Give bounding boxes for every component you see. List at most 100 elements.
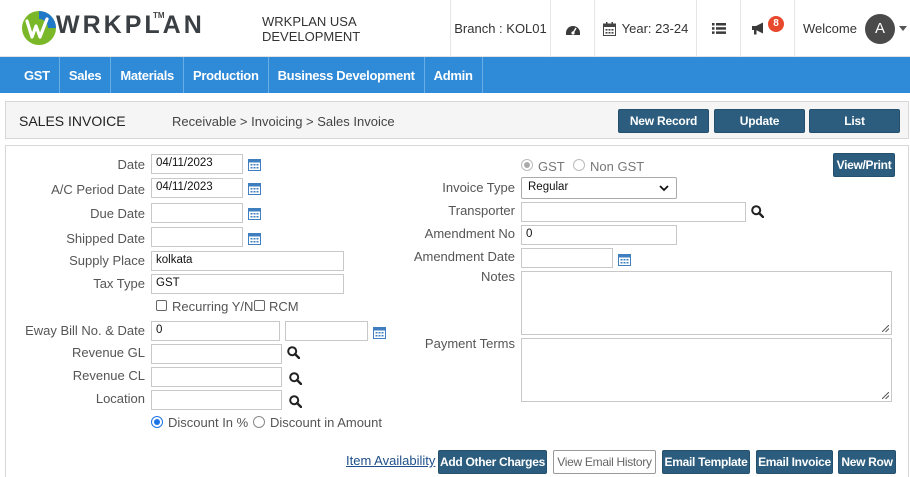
payment-terms-label: Payment Terms xyxy=(424,336,515,351)
nav-item-admin[interactable]: Admin xyxy=(425,57,483,93)
gst-radio-label: GST xyxy=(538,159,565,174)
search-icon[interactable] xyxy=(751,205,764,218)
tax-type-input[interactable]: GST xyxy=(151,274,344,294)
email-invoice-button[interactable]: Email Invoice xyxy=(756,450,833,474)
supply-place-input[interactable]: kolkata xyxy=(151,251,344,271)
chevron-down-icon[interactable] xyxy=(898,26,907,31)
date-label: Date xyxy=(117,157,145,172)
revenue-gl-label: Revenue GL xyxy=(72,345,145,360)
invoice-type-select[interactable]: Regular xyxy=(521,177,677,199)
megaphone-icon xyxy=(752,22,763,35)
calendar-icon[interactable] xyxy=(248,182,261,195)
eway-bill-no-input[interactable]: 0 xyxy=(151,321,280,341)
page-title: SALES INVOICE xyxy=(19,113,126,129)
calendar-icon[interactable] xyxy=(618,253,631,266)
dashboard-gauge-icon xyxy=(565,25,580,35)
location-input[interactable] xyxy=(151,390,282,410)
shipped-date-input[interactable] xyxy=(151,227,243,247)
resize-handle-icon[interactable] xyxy=(882,325,889,332)
list-menu-button[interactable] xyxy=(696,0,740,57)
avatar[interactable]: A xyxy=(864,13,895,44)
calendar-icon[interactable] xyxy=(248,158,261,171)
sales-invoice-form: Date 04/11/2023 A/C Period Date 04/11/20… xyxy=(5,145,909,477)
list-button[interactable]: List xyxy=(809,109,900,133)
amendment-date-input[interactable] xyxy=(521,248,613,268)
eway-bill-label: Eway Bill No. & Date xyxy=(25,323,145,338)
revenue-cl-input[interactable] xyxy=(151,367,282,387)
view-print-button[interactable]: View/Print xyxy=(833,153,895,177)
view-email-history-button[interactable]: View Email History xyxy=(553,450,656,474)
app-header: WRKPLAN TM WRKPLAN USA DEVELOPMENT Branc… xyxy=(0,0,910,57)
revenue-cl-label: Revenue CL xyxy=(72,368,145,383)
rcm-label: RCM xyxy=(269,299,299,314)
add-other-charges-button[interactable]: Add Other Charges xyxy=(438,450,547,474)
transporter-label: Transporter xyxy=(448,203,515,218)
due-date-label: Due Date xyxy=(90,206,145,221)
notes-label: Notes xyxy=(481,269,515,284)
nav-item-gst[interactable]: GST xyxy=(0,57,60,93)
nav-item-production[interactable]: Production xyxy=(184,57,269,93)
wrkplan-logo[interactable]: WRKPLAN TM xyxy=(20,9,205,47)
revenue-gl-input[interactable] xyxy=(151,344,282,364)
non-gst-radio-label: Non GST xyxy=(590,159,645,174)
breadcrumb: Receivable > Invoicing > Sales Invoice xyxy=(172,114,395,129)
notification-badge: 8 xyxy=(768,15,784,32)
dashboard-button[interactable] xyxy=(550,0,594,57)
notifications-button[interactable]: 8 xyxy=(740,0,794,57)
payment-terms-textarea[interactable] xyxy=(521,338,892,402)
calendar-icon xyxy=(602,21,616,36)
chevron-down-icon xyxy=(659,185,669,192)
gst-radio[interactable] xyxy=(521,159,533,171)
ac-period-date-label: A/C Period Date xyxy=(51,182,145,197)
invoice-type-label: Invoice Type xyxy=(442,180,515,195)
item-availability-link[interactable]: Item Availability xyxy=(346,453,435,468)
logo-trademark: TM xyxy=(153,11,165,20)
search-icon[interactable] xyxy=(289,372,302,385)
list-icon xyxy=(711,23,726,34)
due-date-input[interactable] xyxy=(151,203,243,223)
tax-type-label: Tax Type xyxy=(93,276,145,291)
discount-amount-radio[interactable] xyxy=(253,416,265,428)
calendar-icon[interactable] xyxy=(248,232,261,245)
welcome-text: Welcome xyxy=(803,21,857,36)
logo-mark-icon xyxy=(22,11,56,45)
new-row-button[interactable]: New Row xyxy=(838,450,896,474)
user-menu[interactable]: Welcome A xyxy=(794,0,910,57)
logo-text: WRKPLAN xyxy=(56,10,205,39)
search-icon[interactable] xyxy=(287,346,300,359)
discount-amount-label: Discount in Amount xyxy=(270,415,383,430)
company-name[interactable]: WRKPLAN USA DEVELOPMENT xyxy=(262,0,450,57)
calendar-icon[interactable] xyxy=(248,207,261,220)
eway-bill-date-input[interactable] xyxy=(285,321,368,341)
transporter-input[interactable] xyxy=(521,202,746,222)
amendment-date-label: Amendment Date xyxy=(413,249,515,264)
nav-item-materials[interactable]: Materials xyxy=(111,57,184,93)
date-input[interactable]: 04/11/2023 xyxy=(151,154,243,174)
discount-percent-label: Discount In % xyxy=(168,415,249,430)
nav-item-business-development[interactable]: Business Development xyxy=(269,57,425,93)
year-selector[interactable]: Year: 23-24 xyxy=(594,0,696,57)
recurring-checkbox[interactable] xyxy=(156,300,167,311)
nav-item-sales[interactable]: Sales xyxy=(60,57,112,93)
year-label: Year: 23-24 xyxy=(621,21,689,36)
recurring-label: Recurring Y/N xyxy=(172,299,254,314)
non-gst-radio[interactable] xyxy=(573,159,585,171)
location-label: Location xyxy=(95,391,145,406)
rcm-checkbox[interactable] xyxy=(254,300,265,311)
invoice-type-value: Regular xyxy=(528,181,569,193)
search-icon[interactable] xyxy=(289,395,302,408)
supply-place-label: Supply Place xyxy=(69,253,145,268)
amendment-no-input[interactable]: 0 xyxy=(521,225,677,245)
notes-textarea[interactable] xyxy=(521,271,892,335)
update-button[interactable]: Update xyxy=(714,109,805,133)
discount-percent-radio[interactable] xyxy=(151,416,163,428)
page-title-bar: SALES INVOICE Receivable > Invoicing > S… xyxy=(5,101,909,139)
email-template-button[interactable]: Email Template xyxy=(662,450,750,474)
main-nav: GST Sales Materials Production Business … xyxy=(0,57,910,93)
ac-period-date-input[interactable]: 04/11/2023 xyxy=(151,178,243,198)
amendment-no-label: Amendment No xyxy=(424,226,515,241)
calendar-icon[interactable] xyxy=(373,326,386,339)
resize-handle-icon[interactable] xyxy=(882,392,889,399)
new-record-button[interactable]: New Record xyxy=(618,109,709,133)
branch-selector[interactable]: Branch : KOL01 xyxy=(450,0,550,57)
